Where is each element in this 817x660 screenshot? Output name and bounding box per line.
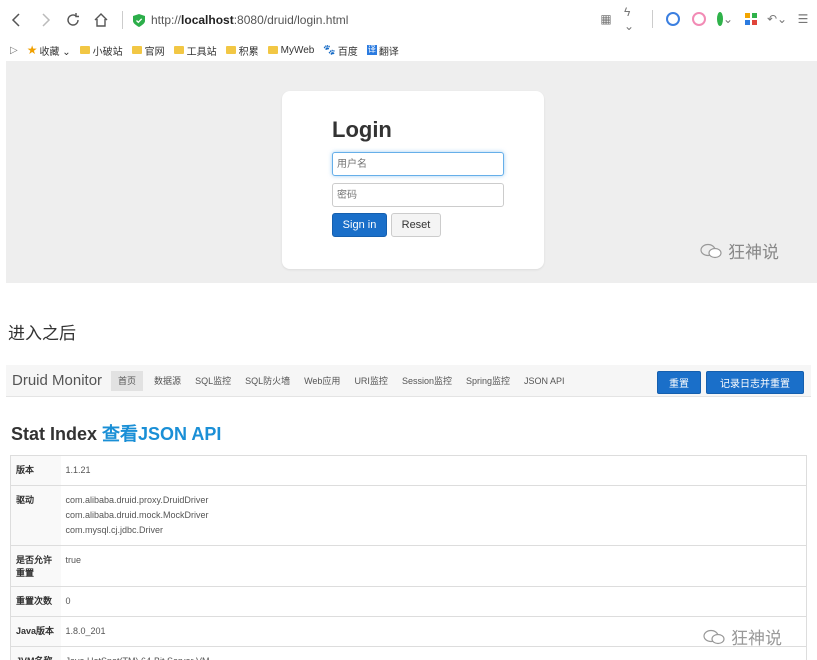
- row-value-line: com.alibaba.druid.mock.MockDriver: [65, 510, 209, 520]
- nav-spring-monitor[interactable]: Spring监控: [466, 371, 510, 391]
- url-prefix: http://: [151, 13, 182, 27]
- password-input[interactable]: [332, 183, 504, 207]
- row-key: Java版本: [10, 616, 61, 647]
- row-value-line: Java HotSpot(TM) 64-Bit Server VM: [66, 654, 802, 660]
- nav-sql-monitor[interactable]: SQL监控: [195, 371, 231, 391]
- row-value-line: true: [65, 555, 82, 565]
- row-value: Java HotSpot(TM) 64-Bit Server VM: [60, 646, 807, 660]
- nav-sql-firewall[interactable]: SQL防火墙: [245, 371, 290, 391]
- nav-web-app[interactable]: Web应用: [304, 371, 340, 391]
- shield-icon: [133, 13, 145, 27]
- row-value-line: 0: [65, 596, 71, 606]
- caption-text: 进入之后: [8, 324, 76, 344]
- watermark: 狂神说: [703, 624, 782, 649]
- bookmark-folder[interactable]: MyWeb: [267, 45, 314, 56]
- username-input[interactable]: [332, 152, 504, 176]
- reset-button[interactable]: Reset: [391, 213, 441, 237]
- table-row: 版本 1.1.21: [10, 455, 807, 486]
- row-value: true: [60, 545, 807, 587]
- row-key: 驱动: [10, 485, 61, 546]
- table-row: 是否允许重置 true: [10, 545, 807, 587]
- table-row: Java版本 1.8.0_201: [10, 616, 807, 647]
- json-api-link[interactable]: 查看JSON API: [102, 424, 221, 444]
- nav-datasource[interactable]: 数据源: [154, 371, 181, 391]
- folder-icon: [131, 46, 142, 54]
- druid-log-reset-button[interactable]: 记录日志并重置: [706, 371, 804, 394]
- bookmark-folder[interactable]: 积累: [225, 43, 259, 58]
- nav-home[interactable]: 首页: [111, 370, 144, 391]
- bookmarks-bar: ▷ ★ 收藏 ⌄ 小破站 官网 工具站 积累 MyWeb 🐾 百度 译翻译: [0, 40, 817, 60]
- bookmark-favorites[interactable]: ★ 收藏 ⌄: [27, 43, 71, 58]
- login-title: Login: [332, 117, 392, 142]
- reload-icon[interactable]: [62, 9, 84, 31]
- star-icon: ★: [26, 43, 38, 57]
- folder-icon: [267, 46, 278, 54]
- table-row: JVM名称 Java HotSpot(TM) 64-Bit Server VM: [10, 646, 807, 660]
- row-value-line: com.mysql.cj.jdbc.Driver: [65, 525, 164, 535]
- folder-icon: [225, 46, 236, 54]
- address-bar[interactable]: http://localhost:8080/druid/login.html: [133, 13, 348, 27]
- druid-navbar: Druid Monitor 首页 数据源 SQL监控 SQL防火墙 Web应用 …: [6, 365, 811, 397]
- url-path: :8080/druid/login.html: [233, 13, 349, 27]
- lightning-icon[interactable]: ϟ ⌄: [624, 5, 640, 33]
- row-value: 0: [60, 586, 807, 617]
- translate-icon: 译: [366, 45, 377, 55]
- bookmark-translate[interactable]: 译翻译: [366, 43, 399, 58]
- undo-icon[interactable]: ↶⌄: [767, 11, 787, 27]
- back-icon[interactable]: [6, 9, 28, 31]
- bookmark-folder[interactable]: 工具站: [173, 43, 217, 58]
- sidebar-toggle-icon[interactable]: ▷: [10, 45, 18, 56]
- login-page: Login Sign in Reset: [6, 61, 817, 283]
- extension-green-icon[interactable]: ⌄: [717, 11, 733, 27]
- row-value-line: 1.1.21: [65, 465, 91, 475]
- wechat-icon: [700, 243, 722, 258]
- bookmark-baidu[interactable]: 🐾 百度: [323, 43, 357, 58]
- druid-reset-button[interactable]: 重置: [657, 371, 701, 394]
- extension-pink-icon[interactable]: [691, 11, 707, 27]
- watermark: 狂神说: [700, 238, 779, 263]
- nav-json-api[interactable]: JSON API: [524, 371, 565, 391]
- row-value: 1.8.0_201: [60, 616, 807, 647]
- browser-toolbar: http://localhost:8080/druid/login.html ▦…: [0, 0, 817, 40]
- login-card: Login Sign in Reset: [282, 91, 544, 269]
- extension-blue-icon[interactable]: [665, 11, 681, 27]
- folder-icon: [79, 46, 90, 54]
- forward-icon[interactable]: [34, 9, 56, 31]
- toolbar-divider: [122, 11, 123, 29]
- baidu-icon: 🐾: [323, 44, 336, 56]
- qr-code-icon[interactable]: ▦: [598, 11, 614, 27]
- nav-session-monitor[interactable]: Session监控: [402, 371, 452, 391]
- signin-button[interactable]: Sign in: [332, 213, 387, 237]
- bookmark-folder[interactable]: 小破站: [79, 43, 123, 58]
- row-value-line: 1.8.0_201: [65, 626, 106, 636]
- row-value-line: com.alibaba.druid.proxy.DruidDriver: [65, 495, 209, 505]
- folder-icon: [173, 46, 184, 54]
- toolbar-divider-right: [652, 10, 653, 28]
- row-key: 重置次数: [10, 586, 61, 617]
- row-key: 版本: [10, 455, 61, 486]
- stat-index-title: Stat Index 查看JSON API: [11, 424, 222, 444]
- url-host: localhost: [181, 13, 234, 27]
- stat-table: 版本 1.1.21 驱动 com.alibaba.druid.proxy.DruidD…: [10, 455, 807, 660]
- row-key: JVM名称: [10, 646, 61, 660]
- nav-uri-monitor[interactable]: URI监控: [354, 371, 388, 391]
- bookmark-folder[interactable]: 官网: [131, 43, 165, 58]
- apps-grid-icon[interactable]: [743, 11, 759, 27]
- row-key: 是否允许重置: [10, 545, 61, 587]
- home-icon[interactable]: [90, 9, 112, 31]
- menu-icon[interactable]: ☰: [795, 11, 811, 27]
- table-row: 重置次数 0: [10, 586, 807, 617]
- toolbar-right-icons: ▦ ϟ ⌄ ⌄ ↶⌄ ☰: [598, 5, 811, 33]
- wechat-icon: [703, 629, 725, 644]
- table-row: 驱动 com.alibaba.druid.proxy.DruidDriver com…: [10, 485, 807, 546]
- druid-brand[interactable]: Druid Monitor: [12, 372, 102, 389]
- row-value: 1.1.21: [60, 455, 807, 486]
- row-value: com.alibaba.druid.proxy.DruidDriver com.a…: [60, 485, 807, 546]
